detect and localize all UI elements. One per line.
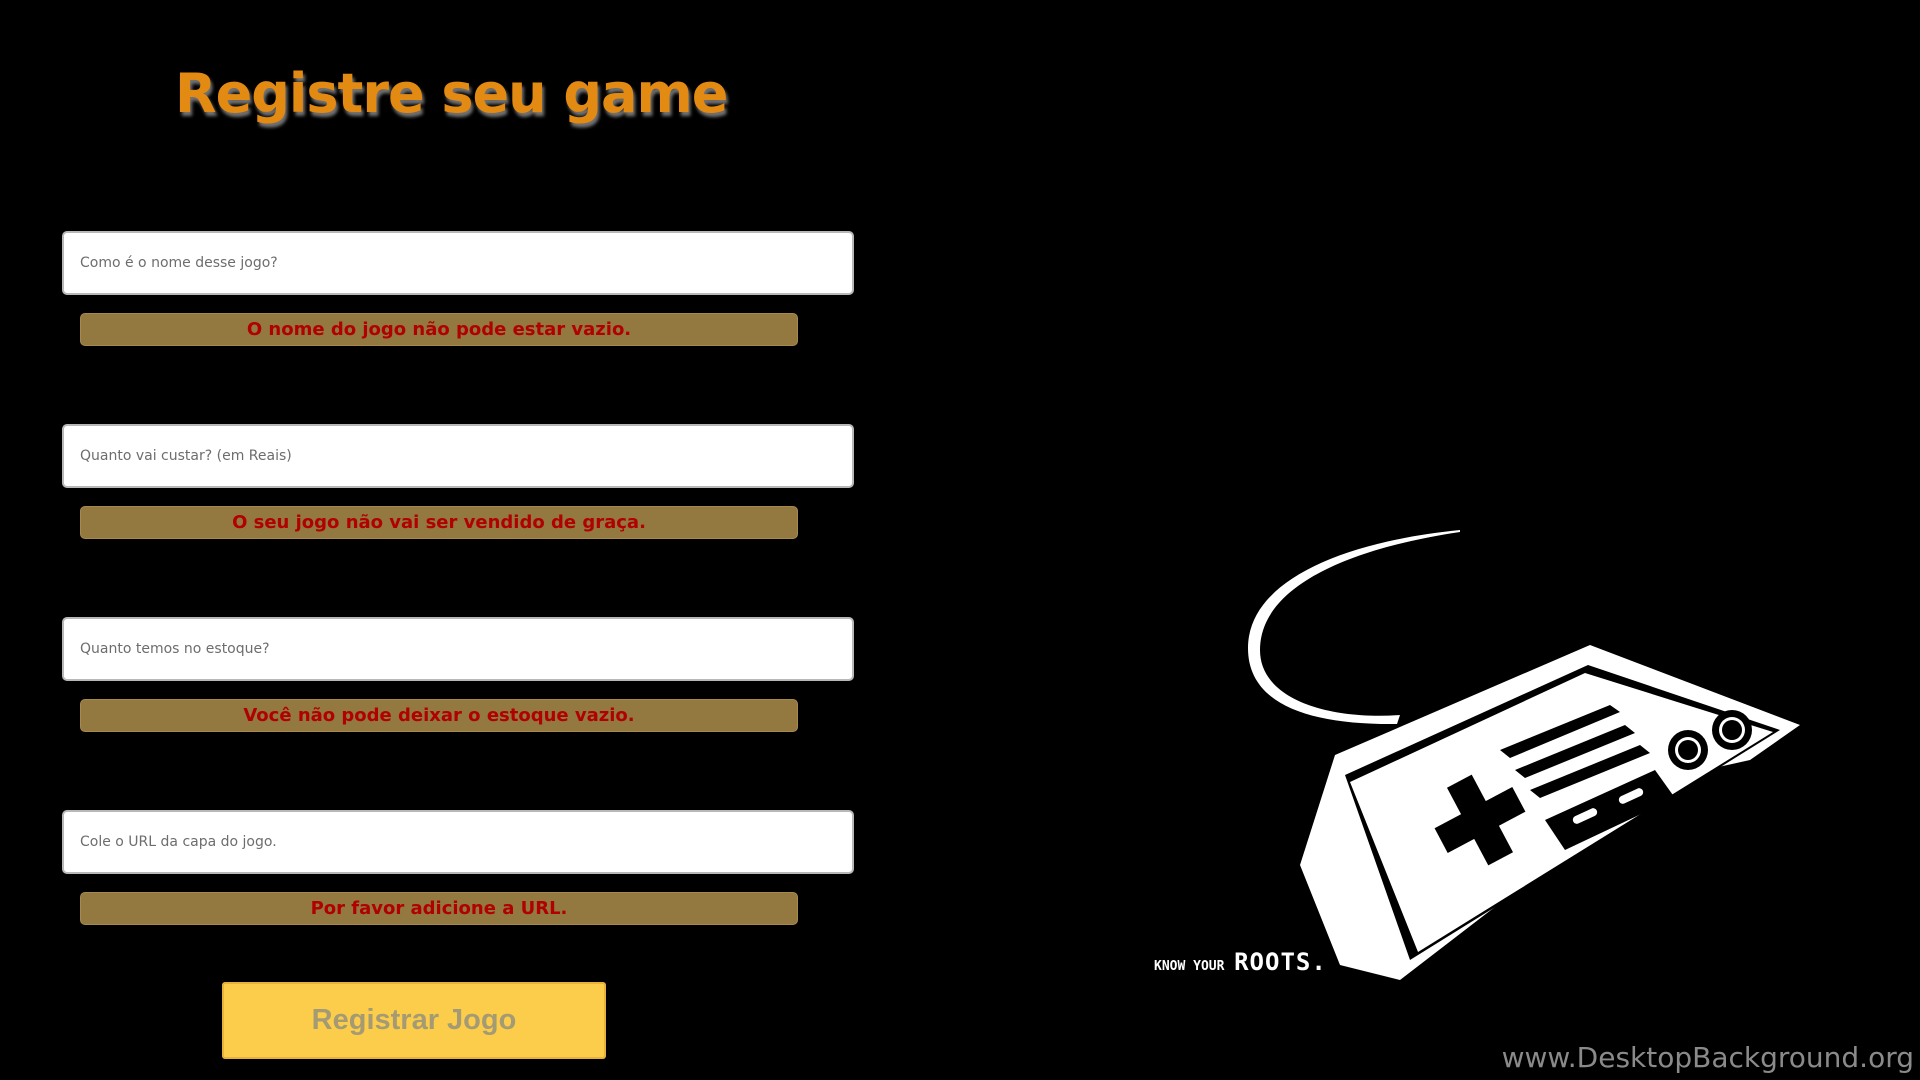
page-title: Registre seu game — [175, 62, 728, 125]
slogan: KNOW YOUR ROOTS. — [1154, 948, 1327, 976]
watermark: www.DesktopBackground.org — [1501, 1041, 1914, 1074]
game-price-input[interactable] — [62, 424, 854, 488]
nes-controller-icon — [1248, 530, 1800, 980]
game-cover-url-input[interactable] — [62, 810, 854, 874]
game-name-input[interactable] — [62, 231, 854, 295]
game-stock-error: Você não pode deixar o estoque vazio. — [80, 699, 798, 732]
game-price-error: O seu jogo não vai ser vendido de graça. — [80, 506, 798, 539]
slogan-small: KNOW YOUR — [1154, 959, 1225, 974]
game-stock-input[interactable] — [62, 617, 854, 681]
game-name-error: O nome do jogo não pode estar vazio. — [80, 313, 798, 346]
game-cover-url-error: Por favor adicione a URL. — [80, 892, 798, 925]
page: Registre seu game O nome do jogo não pod… — [0, 0, 1920, 1080]
register-game-button[interactable]: Registrar Jogo — [222, 982, 606, 1059]
slogan-big: ROOTS. — [1234, 948, 1327, 976]
